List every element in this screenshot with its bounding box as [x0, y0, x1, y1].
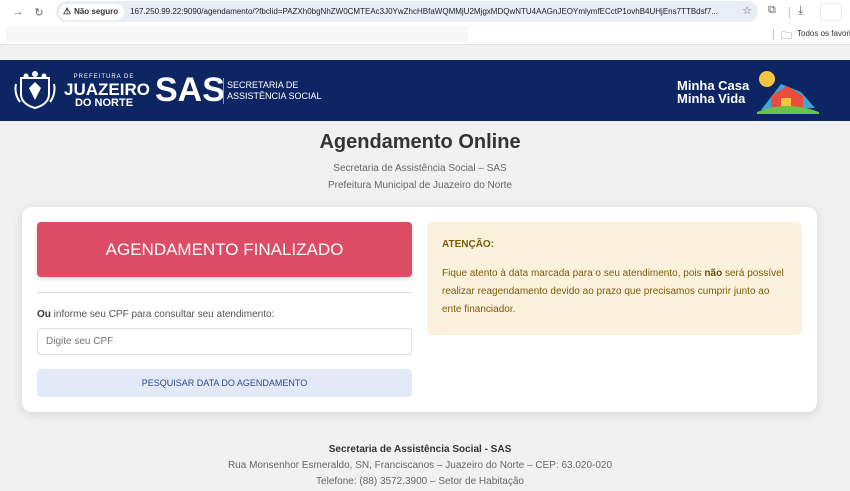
- appointment-card: AGENDAMENTO FINALIZADO Ou informe seu CP…: [22, 207, 817, 412]
- attention-alert: ATENÇÃO: Fique atento à data marcada par…: [427, 222, 802, 335]
- warning-icon: ⚠: [63, 6, 72, 16]
- extensions-icon[interactable]: ⧉: [768, 4, 776, 17]
- download-icon[interactable]: ⤓: [798, 3, 803, 18]
- profile-avatar[interactable]: [820, 3, 842, 21]
- bookmarks-redacted: [6, 26, 468, 42]
- address-bar[interactable]: ⚠ Não seguro 167.250.99.22:9090/agendame…: [56, 1, 758, 22]
- secretaria-line2: ASSISTÊNCIA SOCIAL: [227, 91, 322, 101]
- sas-divider: [223, 78, 224, 104]
- page-subtitle-1: Secretaria de Assistência Social – SAS: [333, 163, 507, 174]
- mcmv-house-icon: [757, 71, 819, 114]
- alert-title: ATENÇÃO:: [442, 239, 495, 250]
- alert-text-bold: não: [704, 268, 723, 279]
- mcmv-line2: Minha Vida: [677, 91, 746, 106]
- juazeiro-logo: PREFEITURA DE JUAZEIRO DO NORTE: [64, 74, 150, 109]
- mcmv-logo-text: Minha Casa Minha Vida: [677, 79, 749, 105]
- search-date-button[interactable]: PESQUISAR DATA DO AGENDAMENTO: [37, 369, 412, 397]
- bookmark-star-icon[interactable]: ☆: [742, 4, 752, 17]
- site-header: PREFEITURA DE JUAZEIRO DO NORTE SAS SECR…: [0, 60, 850, 121]
- appointment-status-button[interactable]: AGENDAMENTO FINALIZADO: [37, 222, 412, 277]
- juazeiro-crest-icon: [14, 71, 56, 110]
- page-title: Agendamento Online: [319, 131, 521, 153]
- all-bookmarks-link[interactable]: Todos os favoritos: [797, 29, 850, 38]
- toolbar-divider: [789, 7, 790, 18]
- logo-juazeiro: JUAZEIRO: [64, 80, 150, 99]
- alert-text: Fique atento à data marcada para o seu a…: [442, 265, 788, 319]
- security-label: Não seguro: [74, 7, 119, 16]
- security-chip[interactable]: ⚠ Não seguro: [59, 3, 125, 20]
- cpf-label-text: informe seu CPF para consultar seu atend…: [50, 309, 275, 320]
- folder-icon[interactable]: 🗀: [781, 27, 792, 46]
- sas-logo: SAS: [155, 71, 225, 109]
- cpf-input[interactable]: [37, 328, 412, 355]
- page-subtitle-2: Prefeitura Municipal de Juazeiro do Nort…: [328, 180, 512, 191]
- browser-toolbar: → ↻ ⚠ Não seguro 167.250.99.22:9090/agen…: [0, 0, 850, 24]
- footer-title: Secretaria de Assistência Social - SAS: [328, 444, 512, 455]
- logo-do-norte: DO NORTE: [74, 97, 134, 109]
- secretaria-line1: SECRETARIA DE: [227, 80, 299, 90]
- footer-phone: Telefone: (88) 3572.3900 – Setor de Habi…: [316, 476, 524, 487]
- cpf-label: Ou informe seu CPF para consultar seu at…: [37, 309, 274, 320]
- alert-text-start: Fique atento à data marcada para o seu a…: [442, 268, 705, 279]
- footer-address: Rua Monsenhor Esmeraldo, SN, Franciscano…: [227, 460, 613, 471]
- card-divider: [37, 292, 412, 293]
- cpf-label-bold: Ou: [37, 309, 51, 320]
- forward-icon[interactable]: →: [10, 4, 26, 20]
- reload-icon[interactable]: ↻: [31, 4, 47, 20]
- url-text[interactable]: 167.250.99.22:9090/agendamento/?fbclid=P…: [130, 7, 730, 16]
- secretaria-label: SECRETARIA DE ASSISTÊNCIA SOCIAL: [227, 80, 322, 102]
- bookmarks-divider: [773, 29, 774, 40]
- bookmarks-bar: 🗀 Todos os favoritos: [0, 24, 850, 45]
